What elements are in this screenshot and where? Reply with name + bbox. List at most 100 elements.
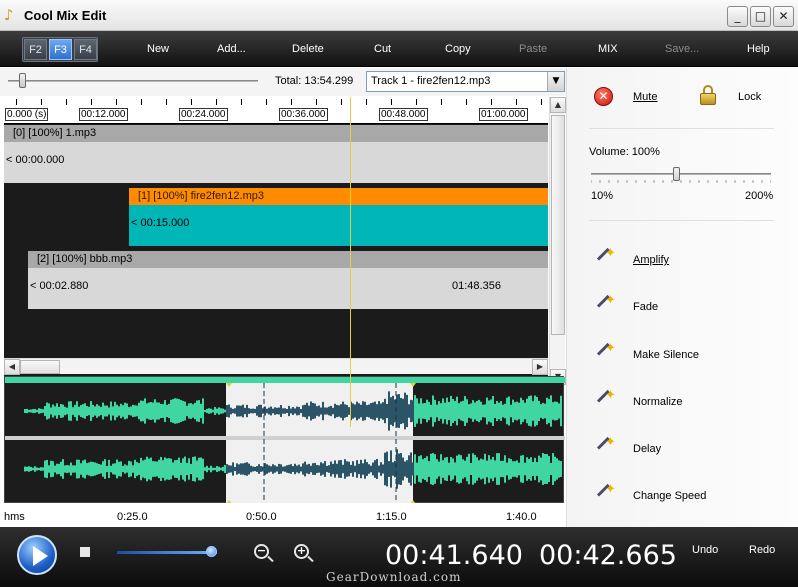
magic-wand-icon[interactable]: ✦	[596, 293, 616, 316]
track-1-clip[interactable]: < 00:15.000	[129, 205, 548, 246]
playhead-cursor[interactable]	[350, 97, 351, 427]
undo-button[interactable]: Undo	[692, 544, 718, 556]
vertical-scroll-thumb[interactable]	[551, 115, 565, 335]
ruler-tick	[466, 99, 467, 105]
ruler-tick	[141, 99, 142, 105]
f2-button[interactable]: F2	[24, 39, 47, 60]
delay-button[interactable]: Delay	[633, 443, 661, 455]
current-time-display: 00:41.640	[385, 540, 523, 571]
cut-menu-item[interactable]: Cut	[374, 43, 391, 55]
timeline-horizontal-scrollbar[interactable]: ◀ ▶	[4, 358, 548, 375]
volume-min-label: 10%	[591, 190, 614, 202]
scroll-up-icon[interactable]: ▲	[550, 97, 566, 113]
ruler-tick	[216, 99, 217, 105]
track-2-clip[interactable]: < 00:02.880 01:48.356	[28, 268, 548, 309]
timeline-zoom-slider[interactable]	[8, 80, 258, 82]
timeline-zoom-thumb[interactable]	[19, 73, 26, 88]
track-0-start: < 00:00.000	[6, 154, 65, 166]
mute-button[interactable]: Mute	[633, 91, 657, 103]
add-menu-item[interactable]: Add...	[217, 43, 246, 55]
ruler-tick	[341, 99, 342, 105]
waveform-ruler-label: 1:40.0	[506, 511, 537, 523]
ruler-label: 01:00.000	[479, 108, 528, 121]
lock-button[interactable]: Lock	[738, 91, 761, 103]
window-title: Cool Mix Edit	[24, 8, 107, 23]
save-menu-item[interactable]: Save...	[665, 43, 699, 55]
horizontal-scroll-thumb[interactable]	[20, 360, 60, 374]
total-duration: Total: 13:54.299	[275, 75, 354, 87]
track-2-end: 01:48.356	[452, 280, 501, 292]
normalize-button[interactable]: Normalize	[633, 396, 683, 408]
zoom-in-icon[interactable]: +	[294, 544, 309, 559]
ruler-label: 0.000 (s)	[5, 108, 49, 121]
waveform-ruler-label: 1:15.0	[376, 511, 407, 523]
ruler-tick	[266, 99, 267, 105]
amplify-button[interactable]: Amplify	[633, 254, 669, 266]
f4-button[interactable]: F4	[74, 39, 97, 60]
ruler-tick	[491, 99, 492, 105]
function-key-group: F2 F3 F4	[22, 37, 98, 62]
stop-button[interactable]	[80, 547, 90, 557]
end-time-display: 00:42.665	[539, 540, 677, 571]
new-menu-item[interactable]: New	[147, 43, 169, 55]
time-ruler: 0.000 (s) 00:12.000 00:24.000 00:36.000 …	[4, 97, 548, 124]
redo-button[interactable]: Redo	[749, 544, 775, 556]
minimize-button[interactable]: _	[727, 6, 748, 27]
magic-wand-icon[interactable]: ✦	[596, 388, 616, 411]
ruler-tick	[91, 99, 92, 105]
track-1-header[interactable]: [1] [100%] fire2fen12.mp3	[129, 188, 548, 205]
volume-label: Volume: 100%	[589, 146, 660, 158]
ruler-tick	[41, 99, 42, 105]
play-button[interactable]	[17, 535, 57, 575]
volume-max-label: 200%	[745, 190, 774, 202]
track-select-value: Track 1 - fire2fen12.mp3	[371, 75, 491, 87]
waveform-editor[interactable]	[4, 376, 565, 504]
divider	[589, 220, 774, 221]
mix-menu-item[interactable]: MIX	[598, 43, 618, 55]
ruler-label: 00:12.000	[79, 108, 128, 121]
ruler-tick	[366, 99, 367, 105]
fade-button[interactable]: Fade	[633, 301, 658, 313]
ruler-tick	[316, 99, 317, 105]
f3-button[interactable]: F3	[49, 39, 72, 60]
editor-toolbar: Total: 13:54.299 Track 1 - fire2fen12.mp…	[0, 68, 566, 96]
lock-icon[interactable]	[700, 85, 716, 106]
position-slider[interactable]	[117, 551, 217, 554]
track-1-start: < 00:15.000	[131, 217, 190, 229]
close-button[interactable]: ✕	[773, 6, 794, 27]
help-menu-item[interactable]: Help	[747, 43, 770, 55]
play-icon	[33, 546, 48, 566]
scroll-left-icon[interactable]: ◀	[4, 359, 20, 375]
track-0-header[interactable]: [0] [100%] 1.mp3	[4, 125, 548, 142]
ruler-tick	[291, 99, 292, 105]
magic-wand-icon[interactable]: ✦	[596, 482, 616, 505]
maximize-button[interactable]: □	[750, 6, 771, 27]
copy-menu-item[interactable]: Copy	[445, 43, 471, 55]
position-slider-thumb[interactable]	[206, 546, 217, 557]
delete-menu-item[interactable]: Delete	[292, 43, 324, 55]
music-note-icon: ♪	[4, 6, 14, 24]
volume-slider[interactable]	[591, 173, 771, 175]
scroll-right-icon[interactable]: ▶	[532, 359, 548, 375]
waveform-ruler-unit: hms	[4, 511, 25, 523]
magic-wand-icon[interactable]: ✦	[596, 341, 616, 364]
track-select-dropdown[interactable]: Track 1 - fire2fen12.mp3 ▼	[366, 71, 565, 92]
watermark: GearDownload.com	[326, 570, 462, 584]
zoom-out-icon[interactable]: −	[254, 544, 269, 559]
waveform-display[interactable]	[5, 383, 565, 504]
magic-wand-icon[interactable]: ✦	[596, 435, 616, 458]
magic-wand-icon[interactable]: ✦	[596, 246, 616, 269]
track-0-clip[interactable]: < 00:00.000	[4, 142, 548, 183]
mute-icon[interactable]: ✕	[594, 87, 613, 106]
chevron-down-icon[interactable]: ▼	[547, 72, 564, 91]
ruler-tick	[191, 99, 192, 105]
volume-slider-thumb[interactable]	[673, 167, 680, 181]
ruler-label: 00:24.000	[179, 108, 228, 121]
ruler-tick	[241, 99, 242, 105]
transport-bar: − + 00:41.640 00:42.665 Undo Redo GearDo…	[0, 527, 798, 587]
track-2-header[interactable]: [2] [100%] bbb.mp3	[28, 251, 548, 268]
ruler-tick	[516, 99, 517, 105]
make-silence-button[interactable]: Make Silence	[633, 349, 699, 361]
change-speed-button[interactable]: Change Speed	[633, 490, 706, 502]
paste-menu-item[interactable]: Paste	[519, 43, 547, 55]
